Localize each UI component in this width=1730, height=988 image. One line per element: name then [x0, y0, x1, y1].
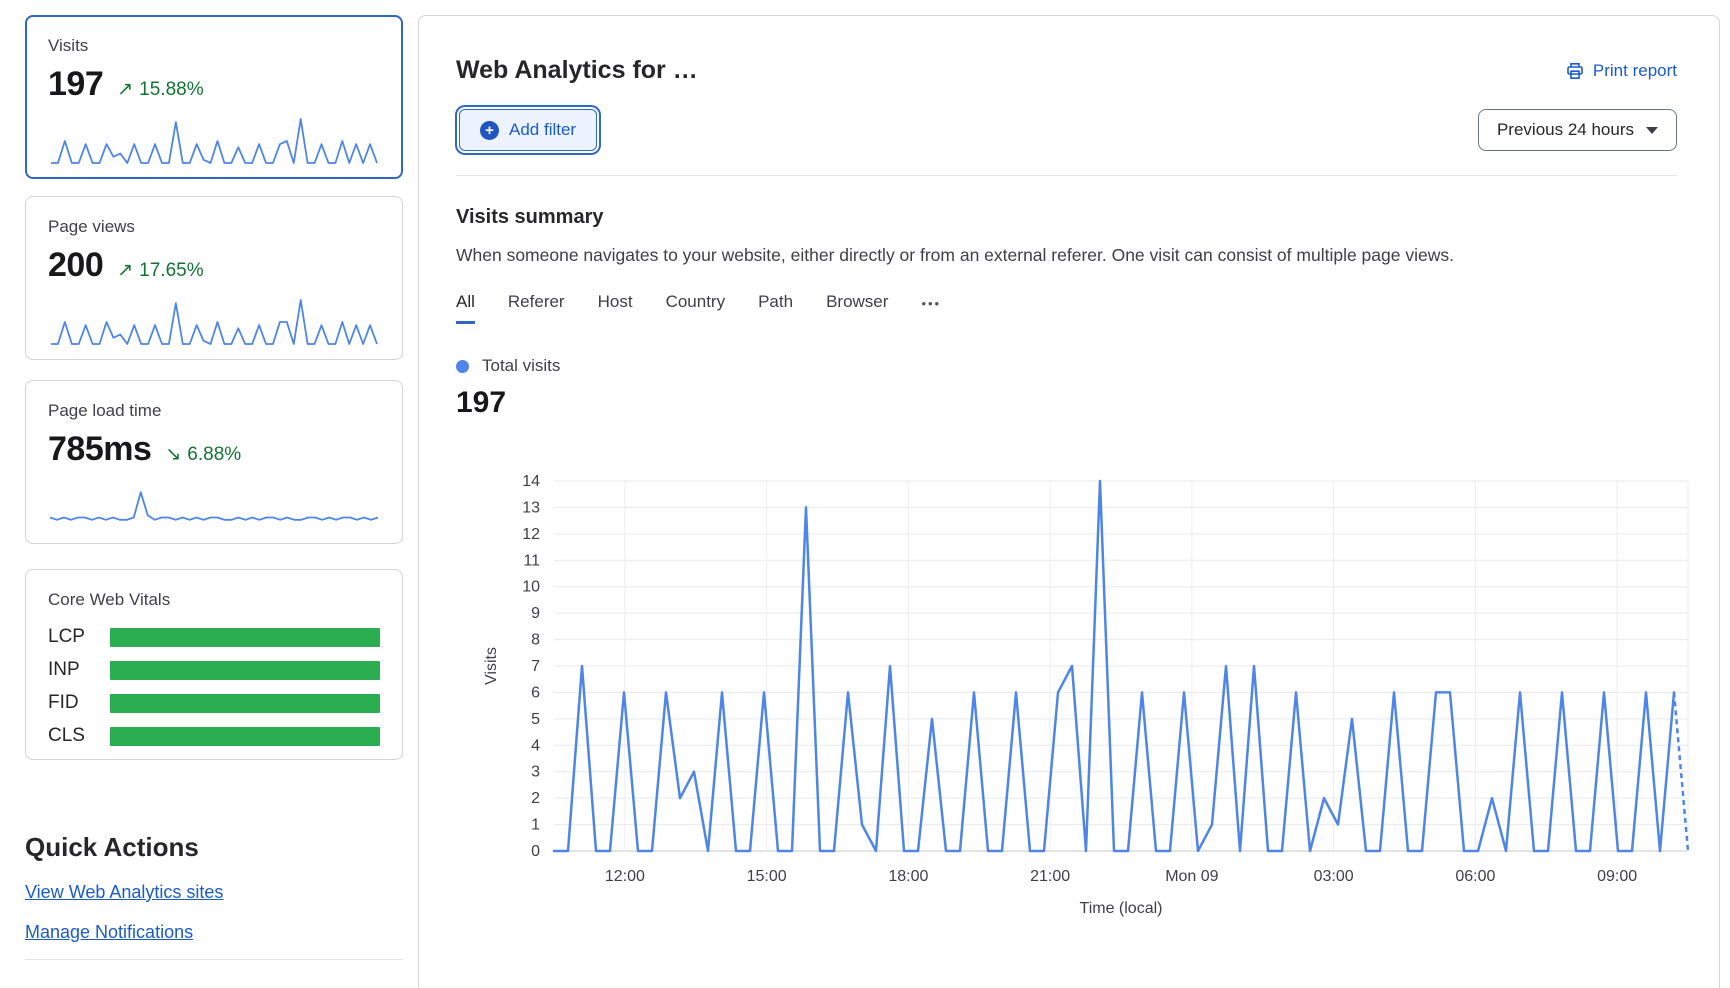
cwv-row-lcp: LCP [48, 626, 380, 648]
dimension-tabs: All Referer Host Country Path Browser ••… [456, 292, 1677, 324]
page-views-metric-card[interactable]: Page views 200 ↗ 17.65% [25, 196, 403, 360]
page-title: Web Analytics for … [456, 56, 698, 85]
main-panel: Web Analytics for … Print report + Add f… [418, 15, 1720, 988]
visits-card-value: 197 [48, 65, 103, 104]
svg-text:21:00: 21:00 [1030, 868, 1070, 885]
svg-text:1: 1 [531, 817, 540, 834]
core-web-vitals-title: Core Web Vitals [48, 590, 380, 610]
add-filter-label: Add filter [509, 120, 576, 140]
cwv-bar-inp-good [110, 661, 380, 680]
tab-all[interactable]: All [456, 292, 475, 324]
page-load-time-card-value: 785ms [48, 430, 151, 469]
cwv-bar-fid-good [110, 694, 380, 713]
page-load-time-trend-value: 6.88% [187, 444, 241, 466]
core-web-vitals-card: Core Web Vitals LCP INP FID CLS [25, 569, 403, 760]
print-report-label: Print report [1593, 61, 1677, 81]
quick-actions-section: Quick Actions View Web Analytics sites M… [25, 832, 403, 960]
quick-actions-title: Quick Actions [25, 832, 403, 863]
page-load-time-card-label: Page load time [48, 401, 380, 421]
total-visits-value: 197 [456, 386, 1677, 420]
tab-country[interactable]: Country [666, 292, 726, 324]
trend-up-icon: ↗ [117, 78, 133, 101]
svg-text:15:00: 15:00 [747, 868, 787, 885]
visits-summary-title: Visits summary [456, 206, 1677, 229]
chart-legend: Total visits [456, 356, 1677, 376]
visits-summary-description: When someone navigates to your website, … [456, 245, 1677, 266]
visits-summary-section: Visits summary When someone navigates to… [419, 176, 1719, 931]
visits-line-chart: 0123456789101112131412:0015:0018:0021:00… [476, 426, 1730, 926]
svg-text:13: 13 [522, 499, 540, 516]
print-report-button[interactable]: Print report [1565, 61, 1677, 81]
svg-text:12:00: 12:00 [605, 868, 645, 885]
page-views-card-label: Page views [48, 217, 380, 237]
printer-icon [1565, 61, 1585, 81]
svg-text:11: 11 [523, 552, 540, 569]
svg-text:8: 8 [531, 632, 540, 649]
page-load-time-sparkline [48, 479, 380, 531]
svg-text:18:00: 18:00 [888, 868, 928, 885]
cwv-row-cls: CLS [48, 725, 380, 747]
add-filter-button[interactable]: + Add filter [459, 109, 597, 151]
cwv-label-inp: INP [48, 659, 96, 681]
cwv-label-lcp: LCP [48, 626, 96, 648]
cwv-bar-lcp-good [110, 628, 380, 647]
more-tabs-ellipsis-icon[interactable]: ••• [921, 296, 941, 320]
cwv-bar-cls-good [110, 727, 380, 746]
svg-text:10: 10 [522, 579, 540, 596]
cwv-label-cls: CLS [48, 725, 96, 747]
svg-text:0: 0 [531, 843, 540, 860]
time-range-dropdown[interactable]: Previous 24 hours [1478, 109, 1677, 151]
svg-text:12: 12 [522, 526, 540, 543]
visits-trend-value: 15.88% [139, 79, 203, 101]
visits-card-label: Visits [48, 36, 380, 56]
tab-path[interactable]: Path [758, 292, 793, 324]
tab-referer[interactable]: Referer [508, 292, 565, 324]
manage-notifications-link[interactable]: Manage Notifications [25, 922, 193, 943]
svg-text:Time (local): Time (local) [1080, 900, 1163, 917]
svg-text:5: 5 [531, 711, 540, 728]
svg-text:14: 14 [522, 473, 540, 490]
cwv-label-fid: FID [48, 692, 96, 714]
visits-sparkline [48, 114, 380, 166]
svg-text:Visits: Visits [483, 647, 500, 685]
legend-label: Total visits [482, 356, 560, 376]
trend-up-icon: ↗ [117, 259, 133, 282]
tab-host[interactable]: Host [598, 292, 633, 324]
metrics-sidebar: Visits 197 ↗ 15.88% Page views 200 ↗ 17.… [25, 15, 403, 960]
page-views-trend-value: 17.65% [139, 260, 203, 282]
page-load-time-metric-card[interactable]: Page load time 785ms ↘ 6.88% [25, 380, 403, 544]
tab-browser[interactable]: Browser [826, 292, 888, 324]
trend-down-icon: ↘ [165, 443, 181, 466]
page-views-card-value: 200 [48, 246, 103, 285]
time-range-label: Previous 24 hours [1497, 120, 1634, 140]
visits-metric-card[interactable]: Visits 197 ↗ 15.88% [25, 15, 403, 179]
svg-text:Mon 09: Mon 09 [1165, 868, 1218, 885]
svg-text:4: 4 [531, 737, 540, 754]
svg-text:06:00: 06:00 [1455, 868, 1495, 885]
page-load-time-trend: ↘ 6.88% [165, 443, 241, 466]
svg-text:6: 6 [531, 684, 540, 701]
cwv-row-inp: INP [48, 659, 380, 681]
page-views-sparkline [48, 295, 380, 347]
page-views-trend: ↗ 17.65% [117, 259, 203, 282]
plus-icon: + [480, 121, 499, 140]
cwv-row-fid: FID [48, 692, 380, 714]
chevron-down-icon [1646, 127, 1658, 134]
svg-text:7: 7 [531, 658, 540, 675]
sidebar-divider [25, 959, 403, 960]
svg-text:03:00: 03:00 [1314, 868, 1354, 885]
visits-trend: ↗ 15.88% [117, 78, 203, 101]
svg-text:3: 3 [531, 764, 540, 781]
svg-text:09:00: 09:00 [1597, 868, 1637, 885]
svg-text:9: 9 [531, 605, 540, 622]
legend-dot-icon [456, 360, 469, 373]
view-web-analytics-sites-link[interactable]: View Web Analytics sites [25, 882, 223, 903]
svg-text:2: 2 [531, 790, 540, 807]
